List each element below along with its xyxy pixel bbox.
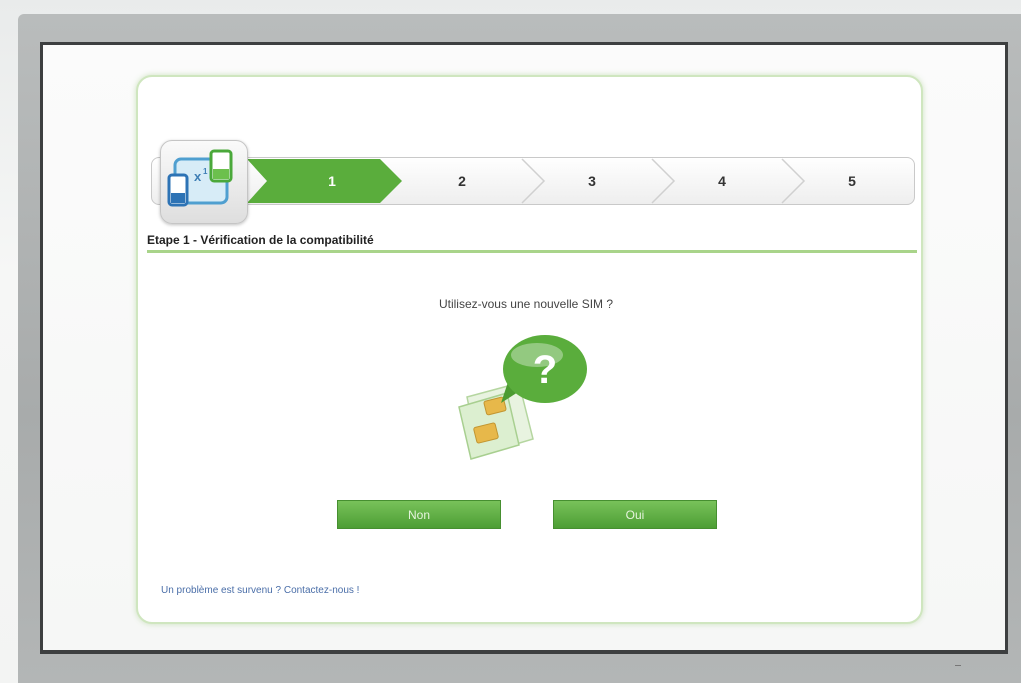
- step-divider: [651, 158, 676, 204]
- question-bubble-icon: ?: [501, 335, 587, 403]
- contact-help-link[interactable]: Un problème est survenu ? Contactez-nous…: [161, 585, 359, 596]
- app-screen: 1 2 3 4 5 x 1 Etape 1 - Vérification de …: [40, 42, 1008, 654]
- step-2: 2: [458, 173, 466, 189]
- sim-question-illustration: ?: [458, 335, 587, 460]
- step-progress-bar: 1 2 3 4 5: [151, 157, 915, 205]
- step-1: 1: [328, 173, 336, 189]
- screen-background: 1 2 3 4 5 x 1 Etape 1 - Vérification de …: [43, 45, 1005, 650]
- step-divider: [781, 158, 806, 204]
- no-button[interactable]: Non: [337, 500, 501, 529]
- active-step-highlight: [247, 158, 806, 204]
- step-5: 5: [848, 173, 856, 189]
- question-mark: ?: [533, 348, 557, 392]
- svg-text:x: x: [194, 169, 202, 184]
- step-divider: [521, 158, 546, 204]
- yes-button[interactable]: Oui: [553, 500, 717, 529]
- step-4: 4: [718, 173, 726, 189]
- section-title: Etape 1 - Vérification de la compatibili…: [147, 233, 374, 247]
- step-3: 3: [588, 173, 596, 189]
- title-underline: [147, 250, 917, 253]
- bezel-mark: [955, 665, 961, 666]
- transfer-phones-icon: x 1: [160, 140, 248, 224]
- question-text: Utilisez-vous une nouvelle SIM ?: [438, 297, 614, 311]
- svg-text:1: 1: [203, 167, 208, 176]
